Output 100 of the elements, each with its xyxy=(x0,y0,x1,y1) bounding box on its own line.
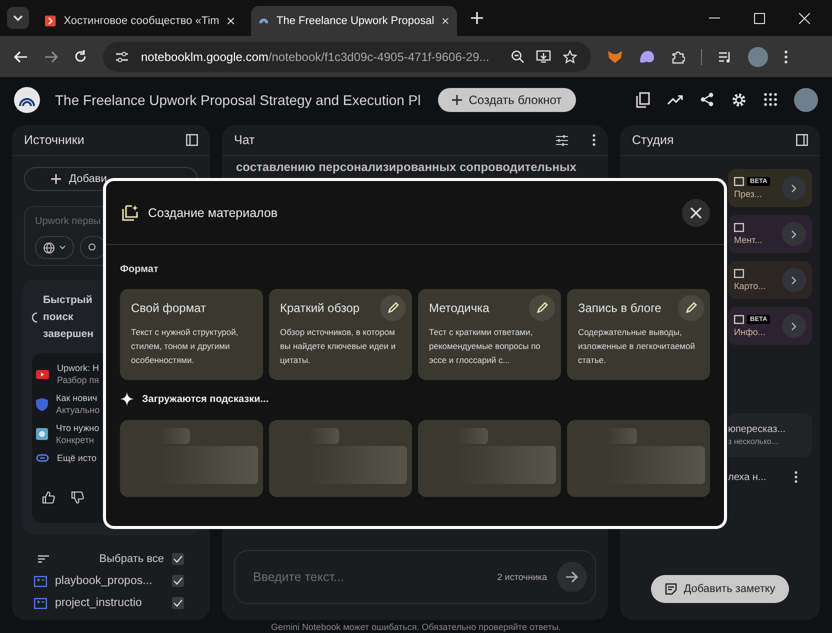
more-sources-link[interactable]: Ещё исто xyxy=(57,453,96,463)
result-subtitle: Актуально xyxy=(56,405,100,415)
profile-avatar[interactable] xyxy=(748,46,768,66)
collapse-panel-icon[interactable] xyxy=(186,134,198,146)
thumbs-up-icon[interactable] xyxy=(42,491,55,504)
menu-icon[interactable] xyxy=(784,50,788,64)
status-text: Быстрый поиск завершен xyxy=(43,293,94,342)
pencil-icon xyxy=(387,302,399,314)
tab-title: Хостинговое сообщество «Tim xyxy=(64,15,220,27)
globe-icon xyxy=(43,242,55,254)
back-icon[interactable] xyxy=(14,50,28,62)
close-icon xyxy=(690,206,702,218)
studio-tool-card[interactable]: Карто... xyxy=(728,261,812,299)
thumbs-down-icon[interactable] xyxy=(71,491,84,504)
fox-extension-icon[interactable] xyxy=(607,50,623,64)
spinner-icon xyxy=(32,312,38,323)
source-checkbox[interactable] xyxy=(172,575,184,587)
format-title: Свой формат xyxy=(131,301,206,315)
edit-button[interactable] xyxy=(380,295,406,321)
panel-title: Чат xyxy=(234,133,255,147)
more-icon[interactable] xyxy=(794,471,798,483)
format-description: Обзор источников, в котором вы найдете ключевые идеи и цитаты. xyxy=(280,326,397,367)
web-dropdown[interactable] xyxy=(35,236,74,259)
settings-icon[interactable] xyxy=(731,92,747,108)
send-button[interactable] xyxy=(557,562,587,592)
install-icon[interactable] xyxy=(536,50,551,63)
close-button[interactable] xyxy=(682,198,710,226)
share-icon[interactable] xyxy=(700,92,714,107)
select-all-checkbox[interactable] xyxy=(172,553,184,565)
format-card[interactable]: Запись в блоге Содержательные выводы, изложенные в легкочитаемой статье. xyxy=(567,289,710,380)
note-title[interactable]: юпересказ... xyxy=(728,424,786,435)
notebook-title[interactable]: The Freelance Upwork Proposal Strategy and Execution Pl xyxy=(55,92,421,108)
app-logo-icon[interactable] xyxy=(14,86,40,112)
sparkle-stack-icon xyxy=(122,204,138,220)
source-name[interactable]: project_instructio xyxy=(55,597,164,609)
tool-icon xyxy=(734,315,744,324)
tune-icon[interactable] xyxy=(556,134,568,146)
search-placeholder: Upwork первы xyxy=(35,216,102,227)
close-icon[interactable] xyxy=(799,12,810,24)
ghost-extension-icon[interactable] xyxy=(639,50,655,64)
format-description: Текст с нужной структурой, стилем, тоном и другими особенностями. xyxy=(131,326,240,367)
user-avatar[interactable] xyxy=(794,88,818,112)
result-title[interactable]: Upwork: H xyxy=(57,363,100,373)
maximize-icon[interactable] xyxy=(754,12,765,24)
source-checkbox[interactable] xyxy=(172,597,184,609)
source-count: 2 источника xyxy=(497,572,547,582)
note-title[interactable]: леха н... xyxy=(728,472,766,482)
pencil-icon xyxy=(685,302,697,314)
disclaimer-text: Gemini Notebook может ошибаться. Обязательно проверяйте ответы. xyxy=(270,621,562,632)
chevron-icon[interactable] xyxy=(782,268,806,292)
close-icon[interactable] xyxy=(442,16,449,26)
tab-search-button[interactable] xyxy=(7,7,29,29)
result-subtitle: Разбор пя xyxy=(57,375,100,385)
pencil-icon xyxy=(536,302,548,314)
studio-tool-card[interactable]: Мент... xyxy=(728,215,812,253)
chevron-icon[interactable] xyxy=(782,314,806,338)
minimize-icon[interactable] xyxy=(709,17,720,19)
format-card[interactable]: Краткий обзор Обзор источников, в котором вы найдете ключевые идеи и цитаты. xyxy=(269,289,412,380)
browser-tab[interactable]: The Freelance Upwork Proposal xyxy=(251,6,457,36)
format-card[interactable]: Методичка Тест с краткими ответами, рекомендуемые вопросы по эссе и глоссарий с... xyxy=(418,289,561,380)
media-icon[interactable] xyxy=(718,50,732,62)
site-settings-icon[interactable] xyxy=(115,50,129,62)
link-icon xyxy=(36,454,49,462)
collapse-panel-icon[interactable] xyxy=(796,134,808,146)
copy-icon[interactable] xyxy=(636,92,650,108)
extensions-icon[interactable] xyxy=(671,50,685,64)
section-label: Формат xyxy=(120,264,160,275)
apps-icon[interactable] xyxy=(764,93,777,106)
reload-icon[interactable] xyxy=(74,50,87,63)
browser-tab[interactable]: Хостинговое сообщество «Tim xyxy=(37,6,243,36)
chat-message-text: составлению персонализированных сопроводительных xyxy=(235,159,578,174)
panel-title: Источники xyxy=(24,133,84,147)
star-icon[interactable] xyxy=(563,50,577,64)
format-description: Содержательные выводы, изложенные в легкочитаемой статье. xyxy=(578,326,696,367)
forward-icon[interactable] xyxy=(44,50,58,62)
document-icon xyxy=(34,576,47,586)
address-bar[interactable]: notebooklm.google.com/notebook/f1c3d09c-4905-471f-9606-29... xyxy=(103,42,591,72)
chevron-icon[interactable] xyxy=(782,222,806,246)
result-title[interactable]: Что нужно xyxy=(56,423,100,433)
result-title[interactable]: Как нович xyxy=(56,393,100,403)
edit-button[interactable] xyxy=(529,295,555,321)
create-notebook-button[interactable]: Создать блокнот xyxy=(438,88,576,112)
sort-icon[interactable] xyxy=(38,555,49,563)
caret-icon xyxy=(59,245,66,250)
source-name[interactable]: playbook_propos... xyxy=(55,575,164,587)
close-icon[interactable] xyxy=(227,16,235,26)
more-icon[interactable] xyxy=(592,134,596,146)
zoom-icon[interactable] xyxy=(511,50,524,63)
chat-placeholder: Введите текст... xyxy=(253,570,344,584)
chat-input-field[interactable]: Введите текст... 2 источника xyxy=(234,550,596,604)
trend-icon[interactable] xyxy=(667,94,683,104)
add-note-button[interactable]: Добавить заметку xyxy=(650,575,790,603)
format-card[interactable]: Свой формат Текст с нужной структурой, стилем, тоном и другими особенностями. xyxy=(120,289,263,380)
sparkle-icon xyxy=(120,392,134,406)
plus-icon xyxy=(51,174,61,184)
result-subtitle: Конкретн xyxy=(56,435,95,445)
edit-button[interactable] xyxy=(678,295,704,321)
new-tab-icon[interactable] xyxy=(471,12,483,24)
video-icon xyxy=(36,370,49,378)
tab-title: The Freelance Upwork Proposal xyxy=(276,15,434,27)
